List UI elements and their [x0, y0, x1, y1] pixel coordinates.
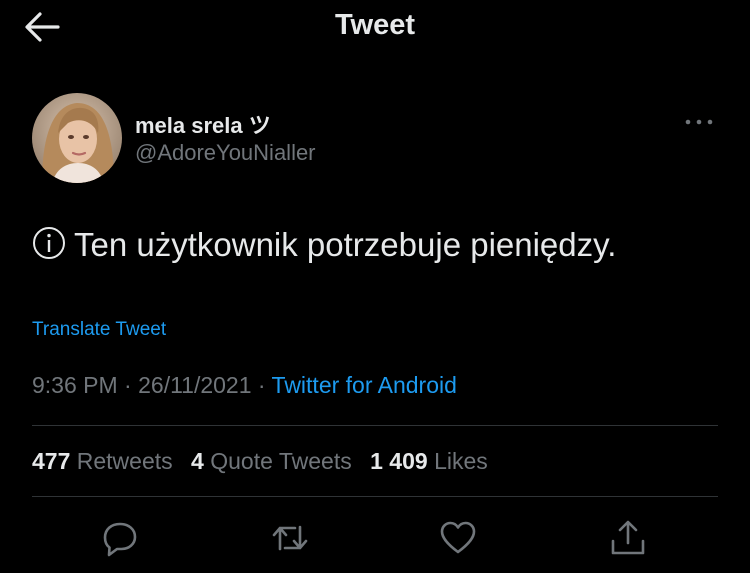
quote-tweets-count: 4 — [191, 448, 204, 474]
tweet-date: 26/11/2021 — [138, 372, 252, 398]
divider — [32, 496, 718, 497]
meta-separator: · — [251, 372, 272, 398]
reply-button[interactable] — [98, 516, 142, 560]
retweets-label: Retweets — [76, 448, 173, 474]
author-name[interactable]: mela srela ツ — [135, 108, 271, 140]
retweet-button[interactable] — [268, 516, 312, 560]
more-horizontal-icon — [685, 119, 713, 125]
retweet-icon — [272, 525, 308, 551]
tweet-time: 9:36 PM — [32, 372, 118, 398]
author-handle[interactable]: @AdoreYouNialler — [135, 140, 316, 166]
avatar[interactable] — [32, 93, 122, 183]
retweets-stat[interactable]: 477 Retweets — [32, 448, 173, 475]
translate-tweet-link[interactable]: Translate Tweet — [32, 319, 166, 341]
retweets-count: 477 — [32, 448, 71, 474]
likes-stat[interactable]: 1 409 Likes — [370, 448, 488, 475]
reply-icon — [103, 522, 137, 557]
share-icon — [611, 520, 645, 555]
like-heart-icon — [440, 521, 476, 554]
tweet-source-link[interactable]: Twitter for Android — [272, 372, 457, 398]
quote-tweets-label: Quote Tweets — [210, 448, 352, 474]
quote-tweets-stat[interactable]: 4 Quote Tweets — [191, 448, 352, 475]
share-button[interactable] — [606, 516, 650, 560]
tweet-text-content: Ten użytkownik potrzebuje pieniędzy. — [74, 226, 617, 263]
tweet-stats: 477 Retweets 4 Quote Tweets 1 409 Likes — [32, 448, 500, 475]
top-bar: Tweet — [0, 0, 750, 56]
more-options-button[interactable] — [682, 112, 718, 132]
avatar-photo — [32, 93, 122, 183]
divider — [32, 425, 718, 426]
likes-label: Likes — [434, 448, 488, 474]
tweet-meta: 9:36 PM · 26/11/2021 · Twitter for Andro… — [32, 372, 457, 399]
tweet-detail-page: Tweet mela srela ツ @AdoreYouNialler Ten … — [0, 0, 750, 573]
like-button[interactable] — [436, 516, 480, 560]
tweet-text: Ten użytkownik potrzebuje pieniędzy. — [32, 226, 616, 264]
likes-count: 1 409 — [370, 448, 428, 474]
meta-separator: · — [117, 372, 139, 398]
info-circle-icon — [33, 227, 65, 259]
page-title: Tweet — [334, 9, 416, 41]
